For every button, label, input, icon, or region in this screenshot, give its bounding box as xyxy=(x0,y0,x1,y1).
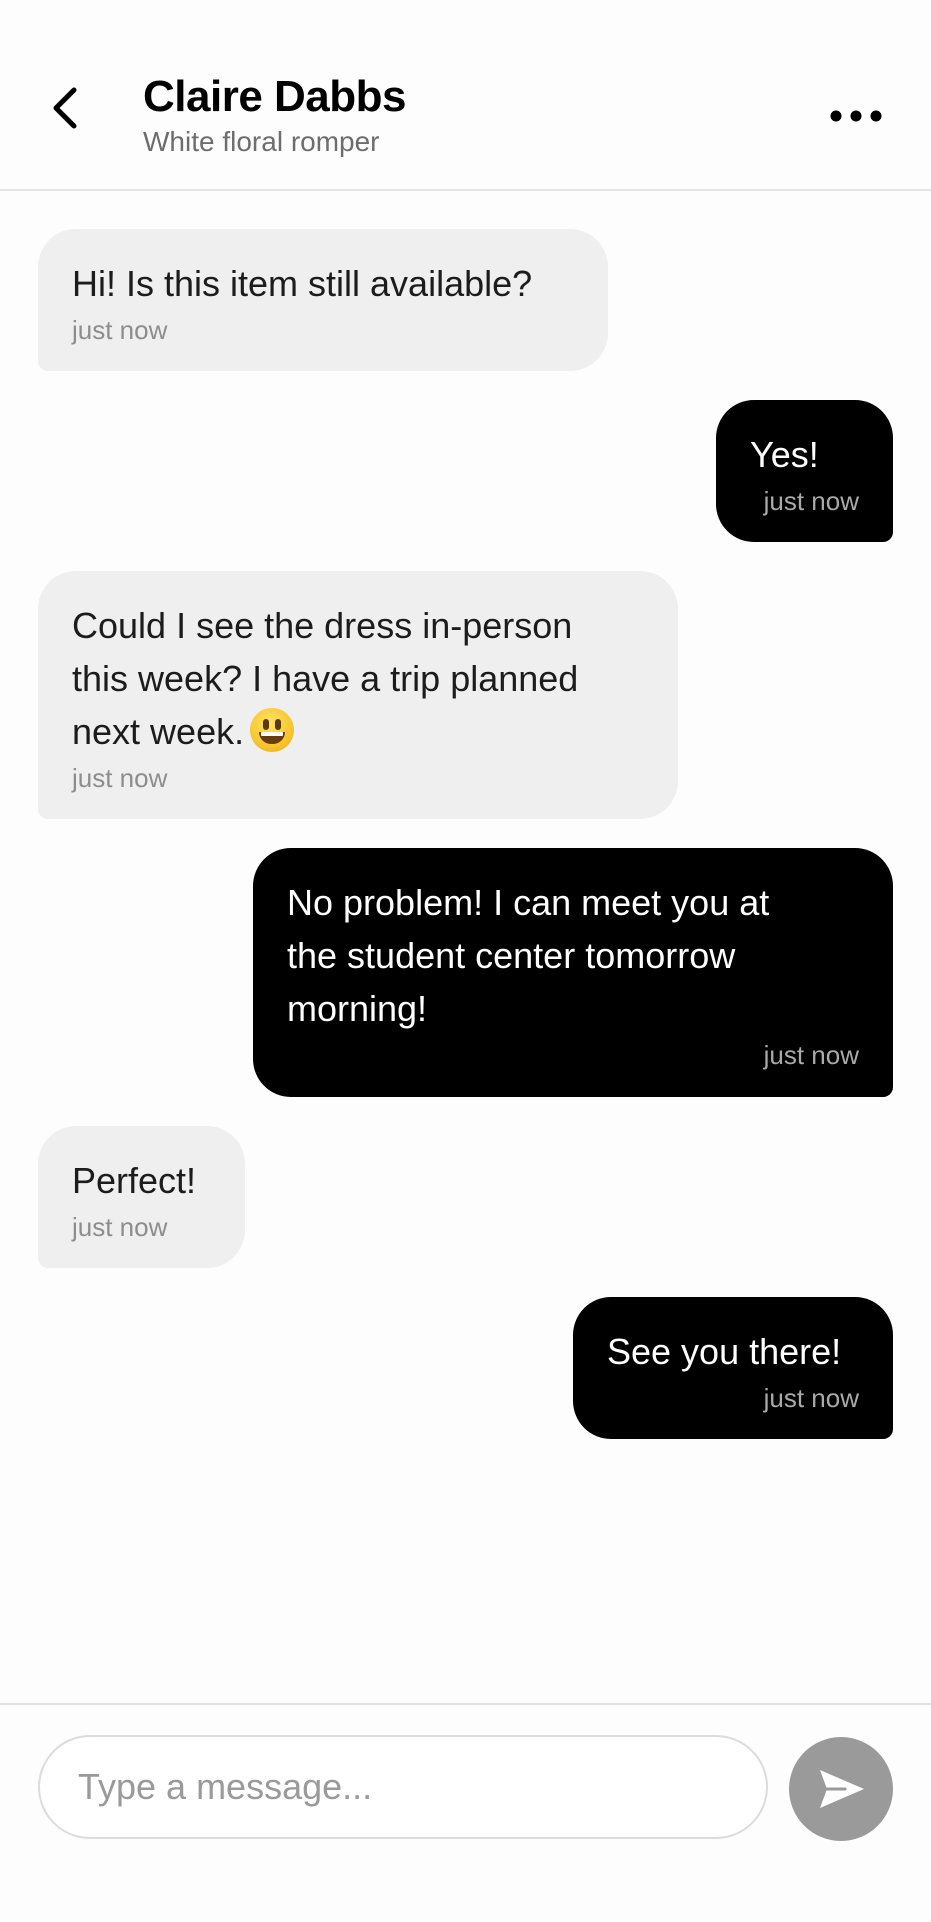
message-bubble-incoming: Perfect! just now xyxy=(38,1126,245,1268)
message-text: See you there! xyxy=(607,1331,842,1372)
message-bubble-outgoing: Yes! just now xyxy=(716,400,893,542)
message-bubble-incoming: Hi! Is this item still available? just n… xyxy=(38,229,608,371)
back-button[interactable] xyxy=(50,86,100,146)
message-text: No problem! I can meet you at the studen… xyxy=(287,882,770,1029)
message-list[interactable]: Hi! Is this item still available? just n… xyxy=(0,191,931,1703)
send-button[interactable] xyxy=(789,1737,893,1841)
more-horizontal-icon xyxy=(830,110,882,122)
chat-header: Claire Dabbs White floral romper xyxy=(0,0,931,191)
grinning-face-icon xyxy=(250,708,295,752)
message-text-content: Could I see the dress in-person this wee… xyxy=(72,605,579,752)
message-text: Could I see the dress in-person this wee… xyxy=(72,599,644,758)
more-options-button[interactable] xyxy=(826,96,886,136)
message-timestamp: just now xyxy=(763,1040,859,1070)
message-timestamp: just now xyxy=(72,763,168,793)
message-timestamp: just now xyxy=(763,486,859,516)
contact-name: Claire Dabbs xyxy=(143,72,406,121)
send-icon xyxy=(820,1770,864,1808)
message-timestamp: just now xyxy=(72,315,168,345)
message-text: Perfect! xyxy=(72,1160,197,1201)
message-bubble-incoming: Could I see the dress in-person this wee… xyxy=(38,571,678,819)
message-bubble-outgoing: No problem! I can meet you at the studen… xyxy=(253,848,893,1097)
message-composer xyxy=(0,1703,931,1922)
message-timestamp: just now xyxy=(72,1212,168,1242)
message-text: Yes! xyxy=(750,434,819,475)
message-bubble-outgoing: See you there! just now xyxy=(573,1297,893,1439)
message-input[interactable] xyxy=(38,1735,768,1839)
message-timestamp: just now xyxy=(763,1383,859,1413)
item-name: White floral romper xyxy=(143,126,380,157)
message-text: Hi! Is this item still available? xyxy=(72,263,533,304)
chevron-left-icon xyxy=(53,87,77,129)
